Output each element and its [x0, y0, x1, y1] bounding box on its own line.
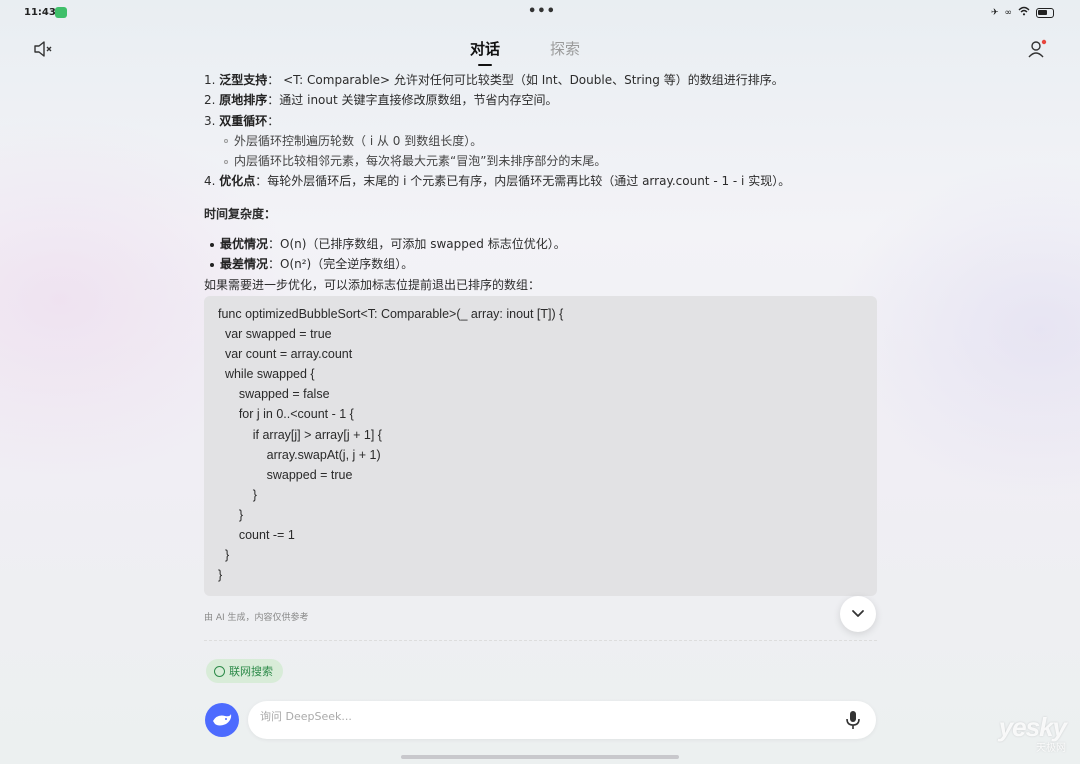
code-line: func optimizedBubbleSort<T: Comparable>(…	[218, 307, 564, 321]
paragraph: 如果需要进一步优化，可以添加标志位提前退出已排序的数组：	[204, 277, 541, 292]
whale-icon	[213, 714, 232, 726]
home-indicator[interactable]	[401, 755, 679, 759]
code-line: while swapped {	[218, 367, 315, 382]
top-nav: 对话 探索	[0, 28, 1080, 72]
status-bar: 11:43 ••• ✈ ∞	[0, 0, 1080, 26]
microphone-icon[interactable]	[844, 710, 862, 730]
ai-disclaimer: 由 AI 生成，内容仅供参考	[204, 613, 309, 623]
code-line: }	[218, 568, 223, 583]
chevron-down-icon	[852, 610, 864, 617]
mute-icon[interactable]	[32, 38, 54, 60]
clock: 11:43	[24, 7, 56, 18]
code-line: for j in 0..<count - 1 {	[218, 407, 354, 422]
tab-bar: 对话 探索	[470, 38, 580, 66]
dot-bullet-icon	[210, 242, 214, 247]
airplane-icon: ✈	[990, 7, 999, 18]
section-heading: 时间复杂度：	[204, 206, 277, 221]
code-line: }	[218, 548, 230, 563]
scroll-to-bottom-button[interactable]	[840, 596, 876, 632]
link-icon: ∞	[1004, 7, 1013, 18]
sub-list-item: 外层循环控制遍历轮数（ i 从 0 到数组长度）。	[204, 131, 884, 151]
list-item: 2. 原地排序：通过 inout 关键字直接修改原数组，节省内存空间。	[204, 93, 558, 108]
wifi-icon	[1018, 6, 1030, 19]
code-line: array.swapAt(j, j + 1)	[218, 447, 381, 462]
list-item: 3. 双重循环：	[204, 113, 280, 128]
code-line: swapped = true	[218, 467, 353, 482]
list-item: 1. 泛型支持： <T: Comparable> 允许对任何可比较类型（如 In…	[204, 73, 784, 87]
status-icons: ✈ ∞	[991, 6, 1054, 19]
web-search-toggle[interactable]: 联网搜索	[206, 659, 283, 683]
web-search-label: 联网搜索	[229, 665, 273, 678]
user-icon[interactable]	[1026, 38, 1048, 60]
code-line: count -= 1	[218, 528, 295, 543]
code-line: if array[j] > array[j + 1] {	[218, 427, 382, 442]
battery-icon	[1036, 7, 1054, 18]
message-input-bar	[248, 701, 876, 739]
code-line: swapped = false	[218, 387, 330, 402]
live-activity-badge	[55, 7, 67, 18]
watermark: yesky 天极网	[999, 712, 1067, 754]
globe-icon	[214, 665, 225, 677]
code-block[interactable]: func optimizedBubbleSort<T: Comparable>(…	[204, 296, 877, 596]
code-line: var swapped = true	[218, 327, 332, 342]
tab-chat[interactable]: 对话	[470, 38, 500, 66]
tab-explore[interactable]: 探索	[550, 38, 580, 59]
circle-bullet-icon	[224, 139, 228, 144]
circle-bullet-icon	[224, 159, 228, 164]
message-input[interactable]	[260, 710, 820, 723]
assistant-message: 1. 泛型支持： <T: Comparable> 允许对任何可比较类型（如 In…	[204, 70, 884, 295]
dot-bullet-icon	[210, 262, 214, 267]
sub-list-item: 内层循环比较相邻元素，每次将最大元素“冒泡”到未排序部分的末尾。	[204, 151, 884, 171]
divider	[204, 640, 877, 641]
code-line: }	[218, 507, 244, 522]
code-line: var count = array.count	[218, 347, 353, 362]
list-item: 4. 优化点：每轮外层循环后，末尾的 i 个元素已有序，内层循环无需再比较（通过…	[204, 174, 791, 189]
code-line: }	[218, 487, 257, 502]
bullet-item: 最差情况：O(n²)（完全逆序数组）。	[204, 254, 884, 274]
bullet-item: 最优情况：O(n)（已排序数组，可添加 swapped 标志位优化）。	[204, 234, 884, 254]
multitasking-dots[interactable]: •••	[528, 4, 556, 19]
deepseek-logo	[205, 703, 239, 737]
